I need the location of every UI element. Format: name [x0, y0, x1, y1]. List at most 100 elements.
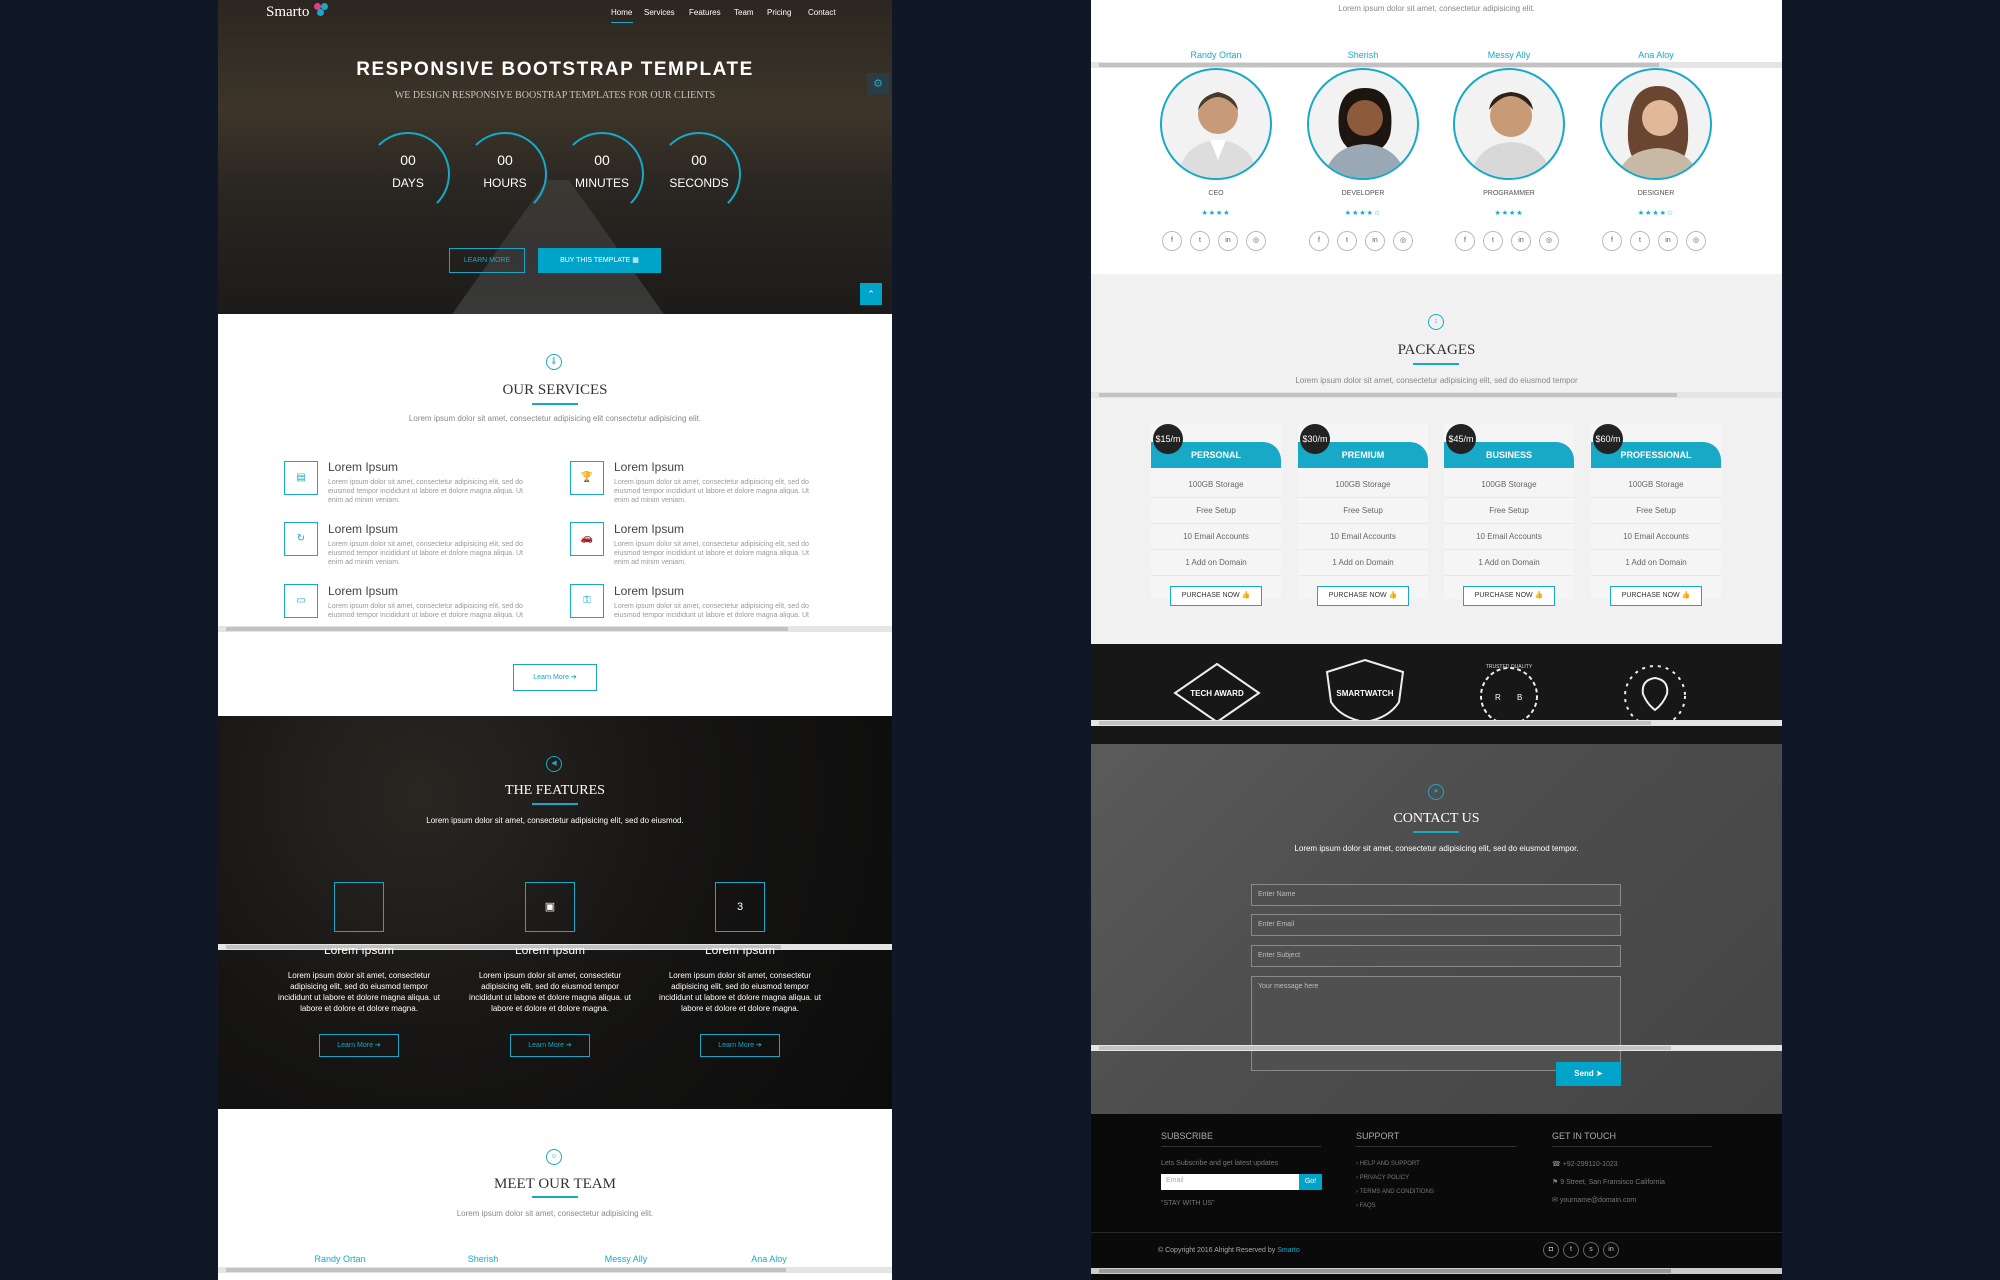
- message-textarea[interactable]: Your message here: [1251, 976, 1621, 1071]
- scrollbar-thumb[interactable]: [1099, 1046, 1671, 1050]
- feature-text: Lorem ipsum dolor sit amet, consectetur …: [469, 971, 631, 1013]
- twitter-icon[interactable]: t: [1190, 231, 1210, 251]
- horizontal-scrollbar[interactable]: [218, 1267, 892, 1273]
- support-link[interactable]: › HELP AND SUPPORT: [1356, 1158, 1420, 1171]
- facebook-icon[interactable]: f: [1309, 231, 1329, 251]
- plan-feature: 100GB Storage: [1298, 472, 1428, 498]
- team-member-name: Randy Ortan: [1190, 50, 1242, 60]
- email-address[interactable]: yourname@domain.com: [1560, 1197, 1636, 1204]
- learn-more-label: Learn More: [337, 1042, 373, 1049]
- avatar-photo: [1323, 88, 1407, 178]
- contact-subtitle: Lorem ipsum dolor sit amet, consectetur …: [1294, 844, 1579, 853]
- badge-letter: R: [1495, 693, 1501, 702]
- twitter-icon[interactable]: t: [1563, 1242, 1579, 1258]
- divider: [1161, 1146, 1321, 1147]
- nav-services[interactable]: Services: [644, 8, 675, 17]
- dribbble-icon[interactable]: ◎: [1539, 231, 1559, 251]
- twitter-icon[interactable]: t: [1483, 231, 1503, 251]
- service-title: Lorem Ipsum: [614, 584, 685, 598]
- purchase-now-button[interactable]: PURCHASE NOW 👍: [1317, 586, 1409, 606]
- scrollbar-thumb[interactable]: [1099, 721, 1651, 725]
- stay-with-us-text: "STAY WITH US": [1161, 1200, 1215, 1207]
- services-learn-more-button[interactable]: Learn More ➔: [513, 664, 597, 691]
- send-button[interactable]: Send ➤: [1556, 1062, 1621, 1086]
- packages-subtitle: Lorem ipsum dolor sit amet, consectetur …: [1295, 376, 1578, 385]
- scrollbar-thumb[interactable]: [226, 627, 788, 631]
- features-subtitle: Lorem ipsum dolor sit amet, consectetur …: [426, 816, 684, 825]
- subject-input[interactable]: Enter Subject: [1251, 945, 1621, 967]
- scrollbar-thumb[interactable]: [1099, 1269, 1671, 1273]
- badge-letter: B: [1517, 693, 1522, 702]
- facebook-icon[interactable]: f: [1602, 231, 1622, 251]
- purchase-now-button[interactable]: PURCHASE NOW 👍: [1170, 586, 1262, 606]
- hero-subtitle: WE DESIGN RESPONSIVE BOOSTRAP TEMPLATES …: [394, 90, 716, 101]
- thumbs-up-icon: 👍: [1388, 592, 1398, 599]
- dribbble-icon[interactable]: ◎: [1686, 231, 1706, 251]
- dribbble-icon[interactable]: ◎: [1246, 231, 1266, 251]
- support-link[interactable]: › TERMS AND CONDITIONS: [1356, 1186, 1434, 1199]
- learn-more-button[interactable]: LEARN MORE: [449, 248, 525, 273]
- scrollbar-thumb[interactable]: [226, 1268, 786, 1272]
- team-member-role: CEO: [1208, 190, 1224, 197]
- services-title: OUR SERVICES: [502, 382, 608, 398]
- purchase-label: PURCHASE NOW: [1621, 592, 1680, 599]
- rating-stars: ★★★★: [1201, 210, 1231, 217]
- nav-team[interactable]: Team: [734, 8, 754, 17]
- laptop-icon: ▭: [284, 584, 318, 618]
- countdown-minutes: 00 MINUTES: [560, 132, 644, 216]
- service-text: Lorem ipsum dolor sit amet, consectetur …: [328, 541, 523, 566]
- buy-template-button[interactable]: BUY THIS TEMPLATE ▦: [538, 248, 661, 273]
- linkedin-icon[interactable]: in: [1603, 1242, 1619, 1258]
- scroll-top-chevron-up-icon[interactable]: ⌃: [860, 283, 882, 305]
- linkedin-icon[interactable]: in: [1365, 231, 1385, 251]
- horizontal-scrollbar[interactable]: [218, 626, 892, 632]
- team-member-name: Sherish: [1347, 50, 1379, 60]
- horizontal-scrollbar[interactable]: [1091, 720, 1782, 726]
- dribbble-icon[interactable]: ◎: [1393, 231, 1413, 251]
- countdown-label: MINUTES: [575, 176, 629, 190]
- smartwatch-badge: SMARTWATCH: [1325, 658, 1405, 724]
- team-subtitle: Lorem ipsum dolor sit amet, consectetur …: [456, 1209, 654, 1218]
- instagram-icon[interactable]: ◘: [1543, 1242, 1559, 1258]
- plan-price: $30/m: [1300, 424, 1330, 454]
- support-link[interactable]: › PRIVACY POLICY: [1356, 1172, 1409, 1185]
- horizontal-scrollbar[interactable]: [1091, 1268, 1782, 1274]
- css3-icon: 3: [715, 882, 765, 932]
- scrollbar-thumb[interactable]: [1099, 63, 1659, 67]
- nav-contact[interactable]: Contact: [808, 8, 836, 17]
- twitter-icon[interactable]: t: [1337, 231, 1357, 251]
- brand-logo[interactable]: Smarto: [266, 4, 309, 21]
- skype-icon[interactable]: s: [1583, 1242, 1599, 1258]
- horizontal-scrollbar[interactable]: [1091, 392, 1782, 398]
- linkedin-icon[interactable]: in: [1218, 231, 1238, 251]
- email-input[interactable]: Enter Email: [1251, 914, 1621, 936]
- nav-home[interactable]: Home: [611, 8, 632, 17]
- linkedin-icon[interactable]: in: [1658, 231, 1678, 251]
- linkedin-icon[interactable]: in: [1511, 231, 1531, 251]
- purchase-now-button[interactable]: PURCHASE NOW 👍: [1463, 586, 1555, 606]
- twitter-icon[interactable]: t: [1630, 231, 1650, 251]
- hero-title: RESPONSIVE BOOTSTRAP TEMPLATE: [356, 59, 754, 80]
- scrollbar-thumb[interactable]: [1099, 393, 1677, 397]
- countdown-label: DAYS: [392, 176, 424, 190]
- packages-title: PACKAGES: [1397, 342, 1476, 358]
- copyright-brand-link[interactable]: Smarto: [1277, 1247, 1300, 1254]
- facebook-icon[interactable]: f: [1455, 231, 1475, 251]
- badge-text: SMARTWATCH: [1336, 689, 1393, 698]
- avatar: [1160, 68, 1272, 180]
- feature-learn-more-button[interactable]: Learn More ➔: [319, 1034, 399, 1057]
- feature-learn-more-button[interactable]: Learn More ➔: [510, 1034, 590, 1057]
- facebook-icon[interactable]: f: [1162, 231, 1182, 251]
- feature-title: Lorem Ipsum: [514, 948, 586, 957]
- name-input[interactable]: Enter Name: [1251, 884, 1621, 906]
- feature-text: Lorem ipsum dolor sit amet, consectetur …: [659, 971, 821, 1013]
- support-link[interactable]: › FAQS: [1356, 1200, 1376, 1213]
- subscribe-go-button[interactable]: Go!: [1299, 1174, 1322, 1190]
- nav-features[interactable]: Features: [689, 8, 721, 17]
- feature-learn-more-button[interactable]: Learn More ➔: [700, 1034, 780, 1057]
- purchase-now-button[interactable]: PURCHASE NOW 👍: [1610, 586, 1702, 606]
- nav-pricing[interactable]: Pricing: [767, 8, 791, 17]
- subscribe-email-input[interactable]: Email: [1161, 1174, 1299, 1190]
- horizontal-scrollbar[interactable]: [1091, 1045, 1782, 1051]
- horizontal-scrollbar[interactable]: [1091, 62, 1782, 68]
